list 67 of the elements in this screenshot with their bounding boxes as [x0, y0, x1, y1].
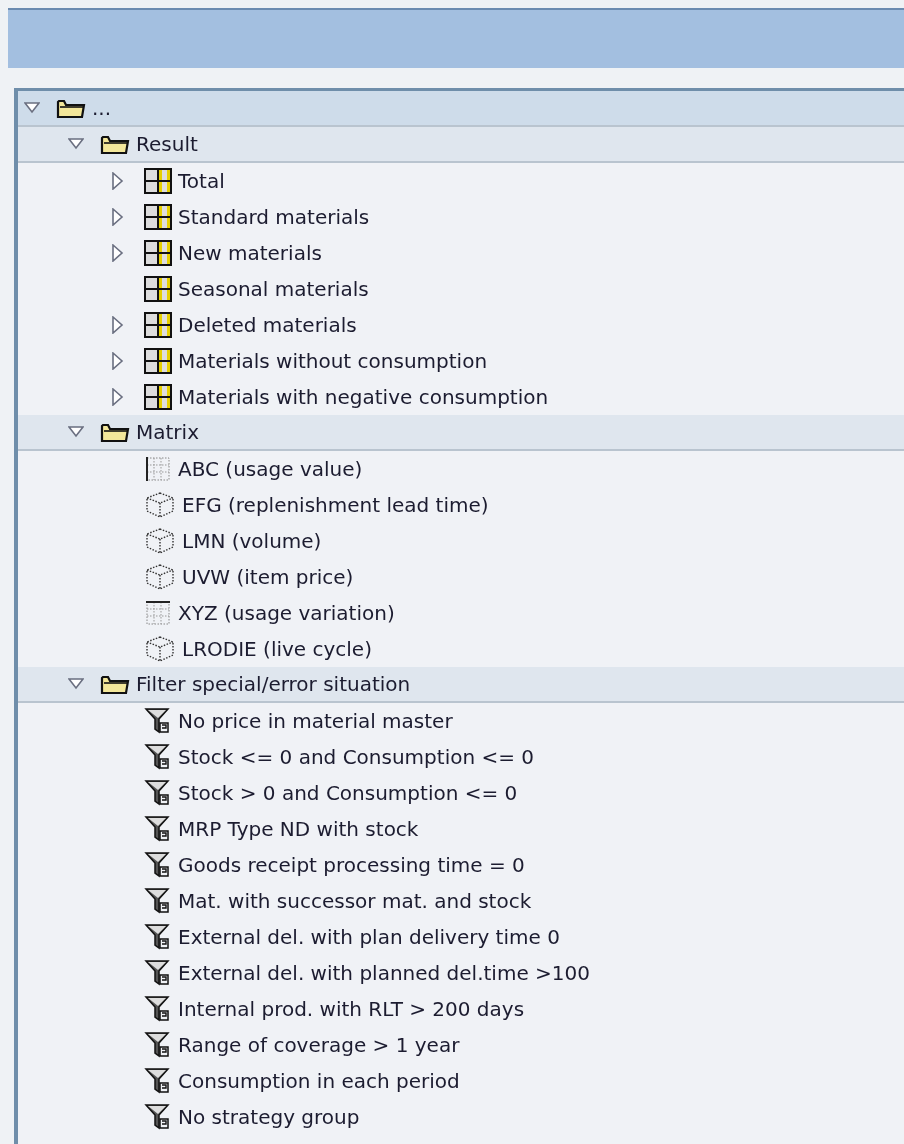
table-icon: [144, 168, 172, 194]
folder-label[interactable]: Matrix: [136, 420, 199, 444]
tree-item-label[interactable]: Mat. with successor mat. and stock: [178, 889, 532, 913]
filter-icon: [144, 1031, 172, 1059]
tree-item-label[interactable]: LRODIE (live cycle): [182, 637, 372, 661]
table-icon: [144, 348, 172, 374]
grid-icon: [144, 456, 172, 482]
folder-icon: [100, 133, 130, 155]
filter-icon: [144, 887, 172, 915]
table-icon: [144, 204, 172, 230]
tree-item-label[interactable]: Materials without consumption: [178, 349, 488, 373]
table-icon: [144, 240, 172, 266]
cube-icon: [144, 563, 176, 591]
expand-toggle-icon[interactable]: [112, 388, 124, 406]
tree-item-label[interactable]: Seasonal materials: [178, 277, 369, 301]
collapse-toggle-icon[interactable]: [24, 102, 40, 114]
filter-icon: [144, 959, 172, 987]
cube-icon: [144, 527, 176, 555]
folder-label[interactable]: Result: [136, 132, 198, 156]
tree-item-label[interactable]: New materials: [178, 241, 322, 265]
tree-item-label[interactable]: Stock <= 0 and Consumption <= 0: [178, 745, 535, 769]
filter-icon: [144, 743, 172, 771]
table-icon: [144, 384, 172, 410]
expand-toggle-icon[interactable]: [112, 244, 124, 262]
collapse-toggle-icon[interactable]: [68, 678, 84, 690]
tree-item-label[interactable]: Materials with negative consumption: [178, 385, 549, 409]
collapse-toggle-icon[interactable]: [68, 426, 84, 438]
tree-item-label[interactable]: Stock > 0 and Consumption <= 0: [178, 781, 518, 805]
cube-icon: [144, 635, 176, 663]
folder-icon: [100, 673, 130, 695]
folder-icon: [56, 97, 86, 119]
tree-item-label[interactable]: Internal prod. with RLT > 200 days: [178, 997, 525, 1021]
tree-item-label[interactable]: Standard materials: [178, 205, 370, 229]
cube-icon: [144, 491, 176, 519]
tree-item-label[interactable]: XYZ (usage variation): [178, 601, 395, 625]
filter-icon: [144, 707, 172, 735]
table-icon: [144, 276, 172, 302]
tree-item-label[interactable]: External del. with plan delivery time 0: [178, 925, 560, 949]
tree-item-label[interactable]: LMN (volume): [182, 529, 322, 553]
filter-icon: [144, 815, 172, 843]
tree-item-label[interactable]: ABC (usage value): [178, 457, 363, 481]
tree-item-label[interactable]: UVW (item price): [182, 565, 354, 589]
tree-item-label[interactable]: Goods receipt processing time = 0: [178, 853, 525, 877]
expand-toggle-icon[interactable]: [112, 352, 124, 370]
tree-item-label[interactable]: Consumption in each period: [178, 1069, 460, 1093]
tree-item-label[interactable]: No price in material master: [178, 709, 453, 733]
tree-item-label[interactable]: Deleted materials: [178, 313, 357, 337]
tree-item-label[interactable]: Total: [178, 169, 225, 193]
collapse-toggle-icon[interactable]: [68, 138, 84, 150]
tree-item-label[interactable]: No strategy group: [178, 1105, 360, 1129]
expand-toggle-icon[interactable]: [112, 208, 124, 226]
table-icon: [144, 312, 172, 338]
filter-icon: [144, 779, 172, 807]
filter-icon: [144, 851, 172, 879]
tree-item-label[interactable]: Range of coverage > 1 year: [178, 1033, 460, 1057]
filter-icon: [144, 1067, 172, 1095]
tree-item-label[interactable]: MRP Type ND with stock: [178, 817, 419, 841]
folder-icon: [100, 421, 130, 443]
expand-toggle-icon[interactable]: [112, 172, 124, 190]
filter-icon: [144, 923, 172, 951]
tree-item-label[interactable]: EFG (replenishment lead time): [182, 493, 489, 517]
folder-label[interactable]: ...: [92, 96, 112, 120]
expand-toggle-icon[interactable]: [112, 316, 124, 334]
filter-icon: [144, 1103, 172, 1131]
grid-icon: [144, 600, 172, 626]
tree-item-label[interactable]: External del. with planned del.time >100: [178, 961, 590, 985]
filter-icon: [144, 995, 172, 1023]
